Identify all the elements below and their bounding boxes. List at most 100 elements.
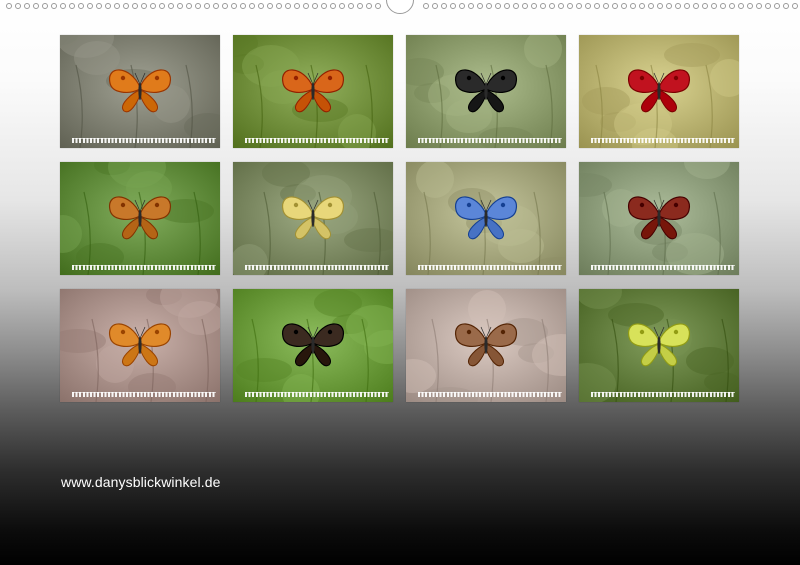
binding-ring xyxy=(729,3,735,9)
binding-ring xyxy=(495,3,501,9)
day-cells xyxy=(72,137,216,143)
binding-ring xyxy=(423,3,429,9)
swallowtail-butterfly-icon xyxy=(233,162,393,275)
month-photo xyxy=(233,289,393,402)
binding-ring xyxy=(267,3,273,9)
day-cells xyxy=(418,264,562,270)
binding-ring xyxy=(285,3,291,9)
binding-ring xyxy=(105,3,111,9)
month-photo xyxy=(233,162,393,275)
binding-ring xyxy=(186,3,192,9)
emperor-moth-icon xyxy=(406,289,566,402)
calendar-day-strip xyxy=(410,137,562,143)
binding-ring xyxy=(783,3,789,9)
month-photo xyxy=(406,162,566,275)
day-cells xyxy=(591,137,735,143)
binding-ring xyxy=(168,3,174,9)
meadow-brown-butterfly-icon xyxy=(60,162,220,275)
binding-ring xyxy=(141,3,147,9)
binding-ring xyxy=(720,3,726,9)
binding-ring xyxy=(621,3,627,9)
binding-ring xyxy=(294,3,300,9)
day-cells xyxy=(72,264,216,270)
binding-ring xyxy=(339,3,345,9)
binding-ring xyxy=(15,3,21,9)
month-photo xyxy=(60,289,220,402)
calendar-day-strip xyxy=(583,137,735,143)
binding-ring xyxy=(375,3,381,9)
calendar-day-strip xyxy=(64,137,216,143)
binding-ring xyxy=(459,3,465,9)
binding-ring xyxy=(585,3,591,9)
binding-ring xyxy=(204,3,210,9)
binding-ring xyxy=(612,3,618,9)
binding-ring xyxy=(222,3,228,9)
binding-ring xyxy=(441,3,447,9)
calendar-day-strip xyxy=(64,264,216,270)
binding-ring xyxy=(558,3,564,9)
binding-ring xyxy=(177,3,183,9)
binding-ring xyxy=(594,3,600,9)
calendar-day-strip xyxy=(410,391,562,397)
binding-ring xyxy=(132,3,138,9)
binding-ring xyxy=(240,3,246,9)
binding-ring xyxy=(258,3,264,9)
binding-ring xyxy=(675,3,681,9)
calendar-day-strip xyxy=(410,264,562,270)
month-photo xyxy=(406,289,566,402)
binding-ring xyxy=(504,3,510,9)
binding-ring xyxy=(576,3,582,9)
binding-ring xyxy=(657,3,663,9)
spiral-binding xyxy=(0,0,800,16)
small-tortoiseshell-butterfly-icon xyxy=(233,35,393,148)
day-cells xyxy=(245,137,389,143)
binding-ring xyxy=(231,3,237,9)
month-photo xyxy=(233,35,393,148)
website-url: www.danysblickwinkel.de xyxy=(61,474,221,490)
binding-ring xyxy=(513,3,519,9)
binding-ring xyxy=(693,3,699,9)
binding-ring xyxy=(276,3,282,9)
binding-ring xyxy=(69,3,75,9)
binding-ring xyxy=(159,3,165,9)
binding-ring xyxy=(774,3,780,9)
calendar-day-strip xyxy=(237,391,389,397)
binding-ring xyxy=(213,3,219,9)
binding-ring xyxy=(567,3,573,9)
map-butterfly-icon xyxy=(406,35,566,148)
binding-rings-left xyxy=(6,3,381,9)
burnet-moth-icon xyxy=(579,35,739,148)
binding-ring xyxy=(366,3,372,9)
binding-ring xyxy=(702,3,708,9)
binding-ring xyxy=(549,3,555,9)
day-cells xyxy=(245,391,389,397)
binding-ring xyxy=(33,3,39,9)
painted-lady-butterfly-icon xyxy=(60,289,220,402)
calendar-hanger xyxy=(386,0,414,14)
month-photo xyxy=(406,35,566,148)
binding-ring xyxy=(357,3,363,9)
binding-ring xyxy=(468,3,474,9)
binding-ring xyxy=(330,3,336,9)
calendar-day-strip xyxy=(237,137,389,143)
binding-ring xyxy=(648,3,654,9)
binding-ring xyxy=(684,3,690,9)
binding-ring xyxy=(477,3,483,9)
binding-ring xyxy=(711,3,717,9)
calendar-day-strip xyxy=(583,264,735,270)
binding-ring xyxy=(639,3,645,9)
peacock-butterfly-icon xyxy=(579,162,739,275)
binding-ring xyxy=(24,3,30,9)
binding-ring xyxy=(42,3,48,9)
binding-ring xyxy=(78,3,84,9)
binding-ring xyxy=(348,3,354,9)
month-photo xyxy=(60,35,220,148)
binding-ring xyxy=(114,3,120,9)
binding-ring xyxy=(486,3,492,9)
day-cells xyxy=(591,391,735,397)
month-photo xyxy=(60,162,220,275)
common-blue-butterfly-icon xyxy=(406,162,566,275)
binding-ring xyxy=(432,3,438,9)
photo-grid xyxy=(60,35,740,402)
binding-ring xyxy=(249,3,255,9)
